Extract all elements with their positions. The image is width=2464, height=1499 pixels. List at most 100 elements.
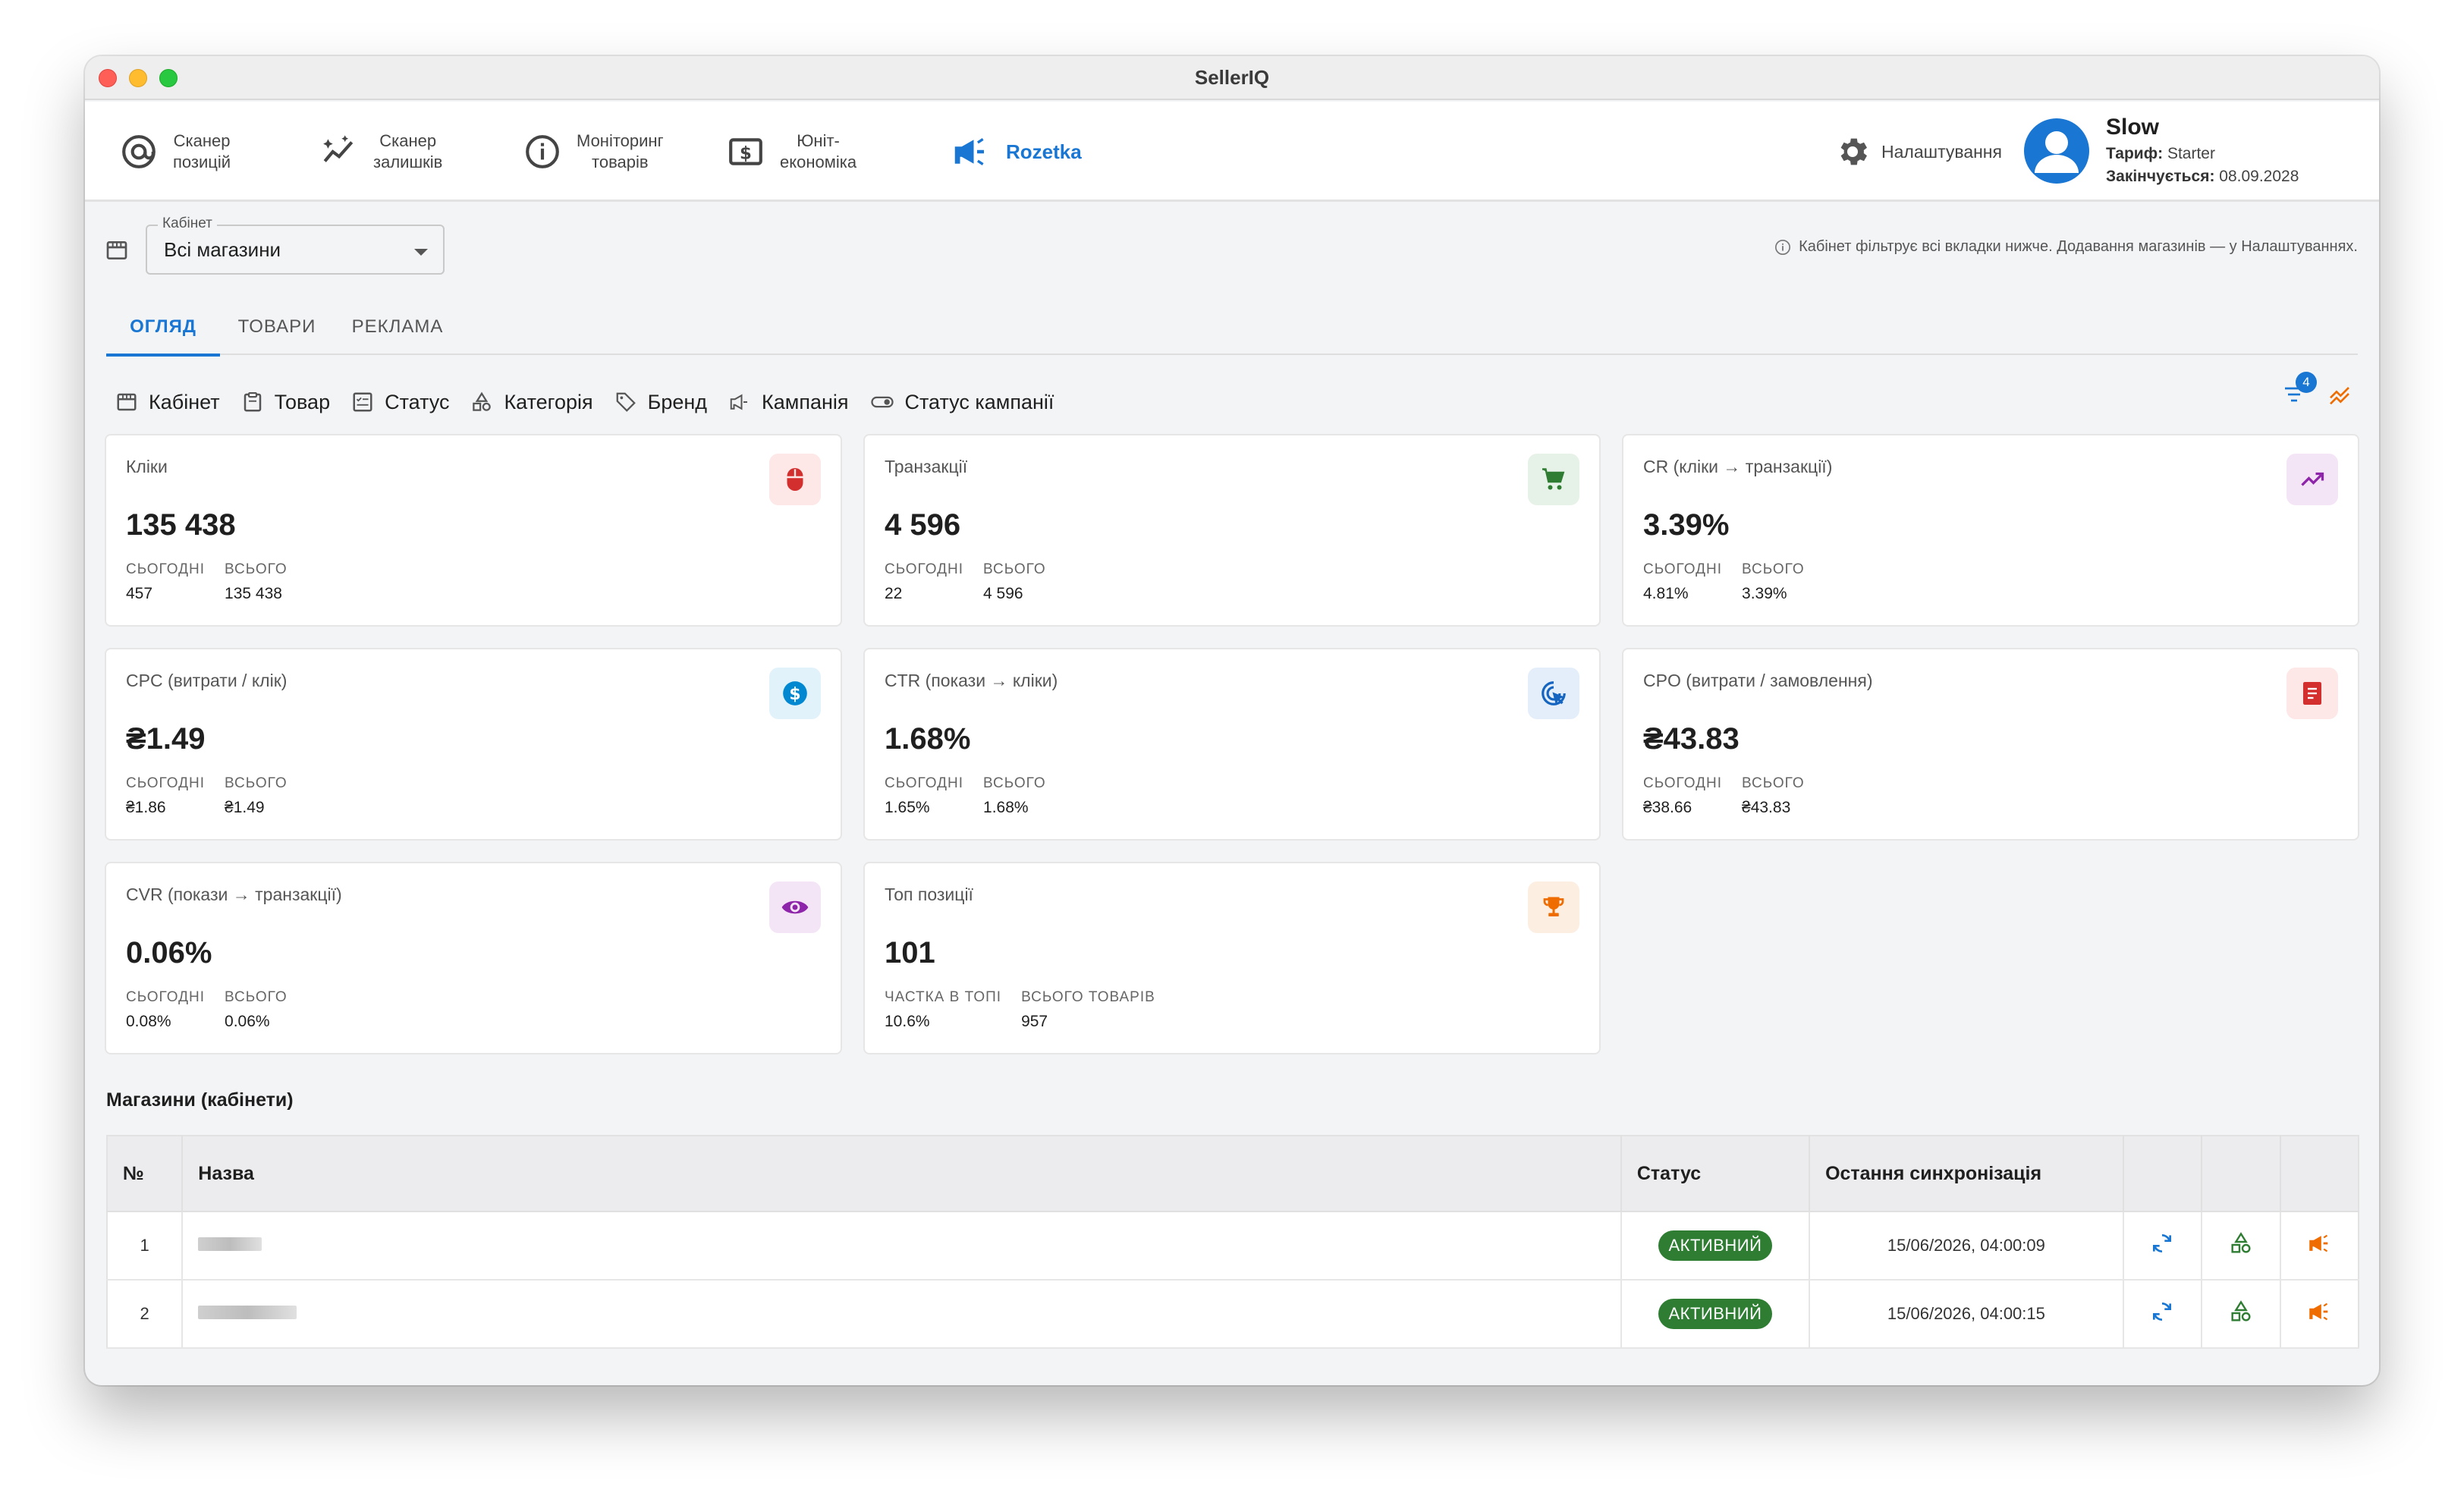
card-title: CPO (витрати / замовлення) [1643, 671, 1873, 690]
toggle-icon [870, 396, 894, 408]
dollar-box-icon: $ [729, 138, 762, 165]
table-row[interactable]: 1 АКТИВНИЙ 15/06/2026, 04:00:09 [107, 1211, 2359, 1281]
window-title: SellerIQ [1194, 65, 1270, 89]
filter-actions: 4 [2282, 372, 2352, 410]
nav-rozetka-label: Rozetka [1006, 140, 1082, 163]
filter-product-label: Товар [274, 390, 331, 413]
minimize-window-button[interactable] [129, 69, 147, 87]
metric-card-ctr: CTR (покази → кліки) 1.68% СЬОГОДНІ 1.65%… [863, 648, 1601, 841]
chevron-down-icon [414, 249, 428, 256]
sub-label: ВСЬОГО [1742, 561, 1805, 577]
filter-category[interactable]: Категорія [470, 391, 593, 414]
filter-campaign-label: Кампанія [762, 390, 849, 413]
tab-products[interactable]: ТОВАРИ [220, 299, 334, 355]
tab-ads[interactable]: РЕКЛАМА [334, 299, 461, 355]
tab-overview[interactable]: ОГЛЯД [106, 299, 220, 357]
card-value: ₴43.83 [1643, 722, 1740, 756]
column-header-name[interactable]: Назва [182, 1136, 1622, 1212]
sub-value: ₴1.49 [225, 799, 265, 816]
nav-rozetka[interactable]: Rozetka [950, 102, 1082, 202]
cabinet-hint-text: Кабінет фільтрує всі вкладки нижче. Дода… [1799, 238, 2358, 255]
close-window-button[interactable] [99, 69, 117, 87]
nav-stock-scanner[interactable]: Сканер залишків [320, 102, 442, 202]
sub-label: ВСЬОГО [983, 561, 1046, 577]
top-navigation: Сканер позицій Сканер залишків Моніторин… [85, 102, 2379, 202]
card-subs: СЬОГОДНІ 0.08% ВСЬОГО 0.06% [126, 986, 288, 1035]
column-header-number[interactable]: № [107, 1136, 184, 1212]
card-value: ₴1.49 [126, 722, 206, 756]
category-icon[interactable] [2229, 1231, 2253, 1255]
card-title: Транзакції [885, 457, 968, 476]
filter-cabinet-label: Кабінет [149, 390, 220, 413]
status-badge: АКТИВНИЙ [1658, 1230, 1773, 1261]
filter-campaign-status[interactable]: Статус кампанії [870, 391, 1054, 414]
campaign-icon[interactable] [2306, 1230, 2332, 1256]
category-icon[interactable] [2229, 1299, 2253, 1324]
table-row[interactable]: 2 АКТИВНИЙ 15/06/2026, 04:00:15 [107, 1280, 2359, 1349]
card-title: CTR (покази → кліки) [885, 671, 1058, 690]
tag-icon [616, 392, 636, 412]
user-expires: Закінчується: 08.09.2028 [2106, 165, 2299, 188]
campaign-icon[interactable] [2306, 1299, 2332, 1325]
user-plan: Тариф: Starter [2106, 143, 2299, 165]
metric-card-cr: CR (кліки → транзакції) 3.39% СЬОГОДНІ 4.… [1622, 434, 2359, 627]
eye-icon [769, 881, 821, 933]
campaign-icon [730, 394, 748, 410]
sub-value: 457 [126, 585, 153, 602]
filter-status[interactable]: Статус [351, 391, 449, 414]
column-header-status[interactable]: Статус [1620, 1136, 1811, 1212]
card-value: 101 [885, 936, 935, 969]
sync-icon[interactable] [2150, 1299, 2174, 1324]
card-subs: СЬОГОДНІ 457 ВСЬОГО 135 438 [126, 558, 288, 607]
store-name-redacted [182, 1280, 1622, 1349]
nav-unit-economics[interactable]: $ Юніт- економіка [727, 102, 856, 202]
filter-brand-label: Бренд [647, 390, 708, 413]
sub-label: СЬОГОДНІ [126, 561, 206, 577]
app-window: SellerIQ Сканер позицій Сканер залишків … [85, 56, 2379, 1385]
sub-label: ВСЬОГО [983, 775, 1046, 791]
sync-action-cell [2123, 1280, 2203, 1349]
stacked-line-chart-icon[interactable] [2327, 385, 2352, 409]
filter-cabinet[interactable]: Кабінет [115, 391, 220, 414]
card-title: Кліки [126, 457, 168, 476]
nav-position-scanner[interactable]: Сканер позицій [120, 102, 231, 202]
expires-value: 08.09.2028 [2219, 168, 2299, 185]
zoom-window-button[interactable] [159, 69, 178, 87]
sub-value: 135 438 [225, 585, 282, 602]
sync-action-cell [2123, 1211, 2203, 1281]
auto-graph-icon [323, 135, 354, 162]
metric-card-transactions: Транзакції 4 596 СЬОГОДНІ 22 ВСЬОГО 4 596 [863, 434, 1601, 627]
cabinet-select-label: Кабінет [158, 215, 217, 232]
card-title: CR (кліки → транзакції) [1643, 457, 1833, 476]
sub-value: 0.06% [225, 1013, 270, 1030]
sub-value: 957 [1021, 1013, 1048, 1030]
sub-value: ₴38.66 [1643, 799, 1692, 816]
svg-text:$: $ [740, 143, 752, 163]
settings-button[interactable]: Налаштування [1834, 102, 2002, 202]
sub-label: СЬОГОДНІ [1643, 561, 1723, 577]
status-cell: АКТИВНИЙ [1620, 1280, 1811, 1349]
cabinet-select[interactable]: Кабінет Всі магазини [146, 215, 445, 275]
sub-value: 4.81% [1643, 585, 1689, 602]
filter-campaign[interactable]: Кампанія [728, 390, 849, 414]
column-header-last-sync[interactable]: Остання синхронізація [1809, 1136, 2124, 1212]
filter-list-button[interactable]: 4 [2282, 372, 2317, 410]
dollar-icon: $ [769, 668, 821, 719]
gear-icon [1840, 138, 1867, 165]
sub-value: ₴1.86 [126, 799, 166, 816]
filter-product[interactable]: Товар [241, 391, 330, 414]
filter-brand[interactable]: Бренд [614, 391, 707, 414]
trophy-icon [1528, 881, 1579, 933]
trending-up-icon [2286, 454, 2338, 505]
card-subs: СЬОГОДНІ ₴1.86 ВСЬОГО ₴1.49 [126, 772, 288, 821]
last-sync: 15/06/2026, 04:00:15 [1809, 1280, 2124, 1349]
nav-monitoring[interactable]: Моніторинг товарів [523, 102, 664, 202]
avatar[interactable] [2024, 118, 2089, 184]
categories-action-cell [2202, 1280, 2281, 1349]
metric-card-cpo: CPO (витрати / замовлення) ₴43.83 СЬОГОД… [1622, 648, 2359, 841]
column-header-action-categories [2202, 1136, 2281, 1212]
status-badge: АКТИВНИЙ [1658, 1299, 1773, 1329]
filter-count-badge: 4 [2296, 372, 2317, 393]
sync-icon[interactable] [2150, 1231, 2174, 1255]
cart-icon [1528, 454, 1579, 505]
